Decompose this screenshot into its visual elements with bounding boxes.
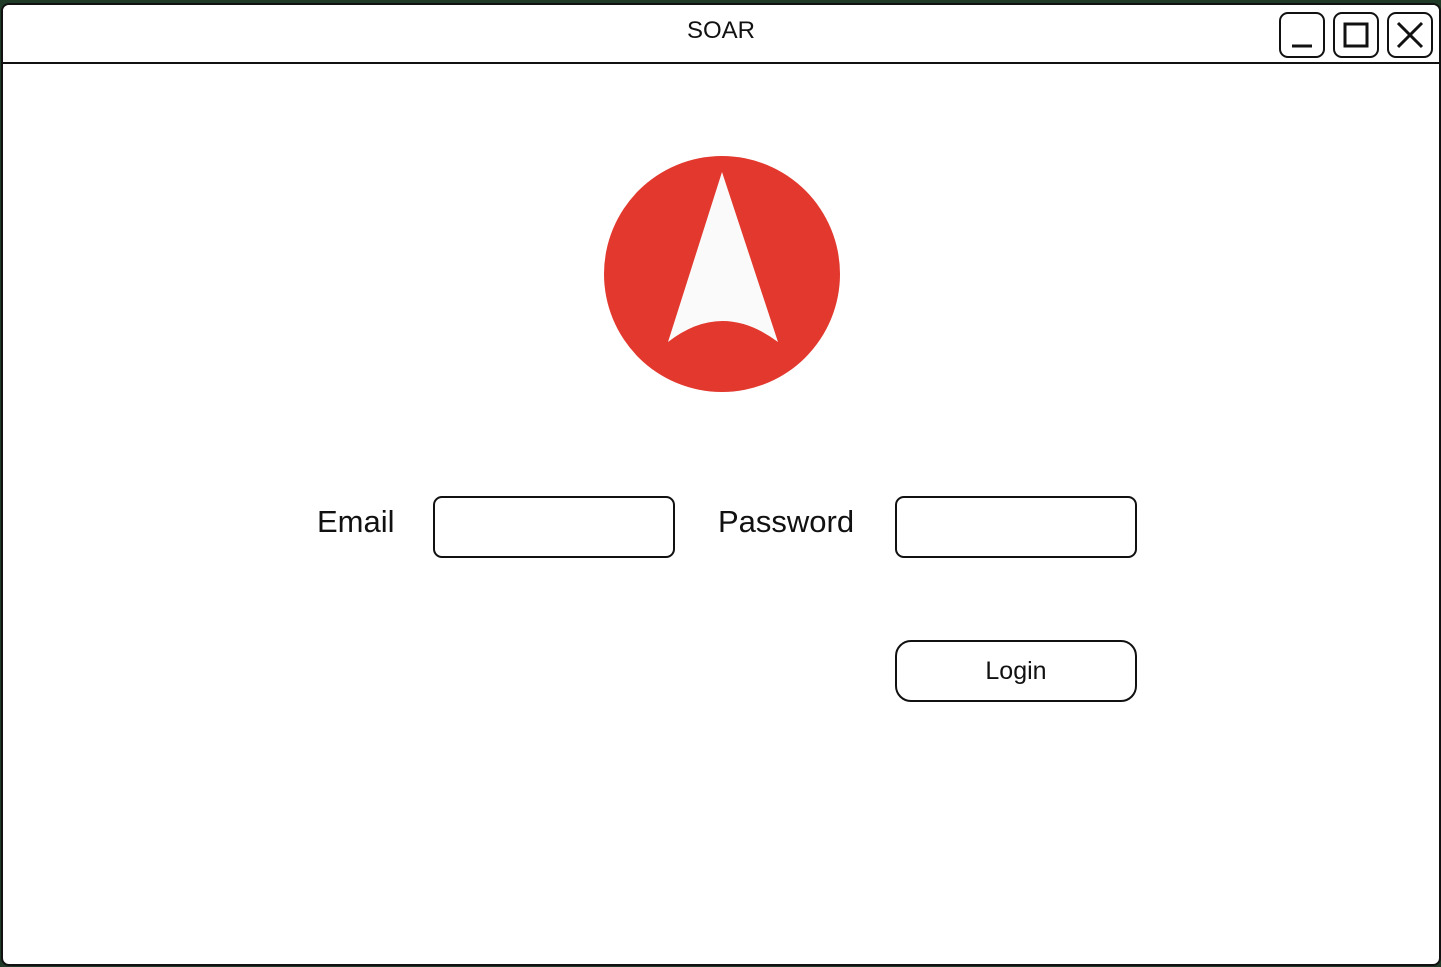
close-icon <box>1396 21 1424 49</box>
minimize-button[interactable] <box>1279 12 1325 58</box>
password-label: Password <box>718 504 855 539</box>
maximize-icon <box>1343 22 1369 48</box>
close-button[interactable] <box>1387 12 1433 58</box>
email-field[interactable] <box>433 496 675 558</box>
email-label: Email <box>317 504 395 539</box>
password-field[interactable] <box>895 496 1137 558</box>
login-button[interactable]: Login <box>895 640 1137 702</box>
window-title: SOAR <box>686 17 755 44</box>
maximize-button[interactable] <box>1333 12 1379 58</box>
minimize-icon <box>1292 44 1312 48</box>
title-bar[interactable]: SOAR <box>3 5 1439 64</box>
app-window: SOAR Email Password Login <box>1 3 1441 966</box>
app-logo <box>604 156 840 392</box>
